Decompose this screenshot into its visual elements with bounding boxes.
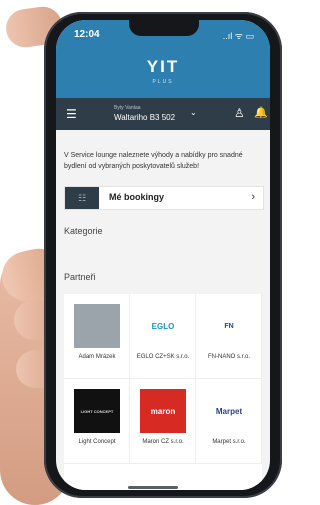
- partner-name: Marpet s.r.o.: [212, 439, 246, 445]
- partner-logo: FN: [224, 322, 234, 330]
- notch: [129, 20, 199, 36]
- partner-logo: EGLO: [151, 321, 175, 331]
- yit-logo: YIT: [146, 57, 180, 76]
- chevron-down-icon[interactable]: ⌄: [190, 108, 197, 117]
- my-bookings-button[interactable]: ☷ Mé bookingy ›: [64, 186, 264, 210]
- partner-logo: LIGHT CONCEPT: [74, 389, 120, 433]
- partners-grid: Adam Mrázek EGLO EGLO CZ+SK s.r.o. FN FN…: [64, 294, 262, 490]
- partner-card[interactable]: FN FN-NANO s.r.o.: [196, 294, 262, 379]
- partner-card[interactable]: EGLO EGLO CZ+SK s.r.o.: [130, 294, 196, 379]
- partner-name: Maron CZ s.r.o.: [142, 439, 184, 445]
- partner-card[interactable]: maron Maron CZ s.r.o.: [130, 379, 196, 464]
- partner-name: Adam Mrázek: [78, 354, 116, 360]
- brand-header: YIT PLUS: [56, 52, 270, 98]
- status-icons: ..ıl ᯤ ▭: [222, 31, 254, 41]
- yit-plus-label: PLUS: [152, 79, 174, 85]
- partner-name: EGLO CZ+SK s.r.o.: [136, 354, 190, 360]
- user-icon[interactable]: ♙: [234, 106, 245, 120]
- menu-icon[interactable]: ☰: [66, 107, 77, 121]
- partners-heading: Partneři: [64, 272, 96, 282]
- bell-icon[interactable]: 🔔: [254, 106, 268, 119]
- chevron-right-icon: ›: [251, 191, 255, 203]
- my-bookings-label: Mé bookingy: [109, 192, 165, 202]
- navbar: ☰ Byty Vantaa Waltariho B3 502 ⌄ ♙ 🔔: [56, 98, 270, 130]
- intro-text: V Service lounge naleznete výhody a nabí…: [64, 152, 243, 170]
- partner-name: Light Concept: [78, 439, 116, 445]
- apartment-address[interactable]: Waltariho B3 502: [114, 113, 175, 122]
- building-name: Byty Vantaa: [114, 105, 141, 111]
- partner-logo: [74, 304, 120, 348]
- partner-name: FN-NANO s.r.o.: [207, 354, 250, 360]
- partner-card[interactable]: Marpet Marpet s.r.o.: [196, 379, 262, 464]
- partner-card[interactable]: Adam Mrázek: [64, 294, 130, 379]
- partner-card[interactable]: LIGHT CONCEPT Light Concept: [64, 379, 130, 464]
- partner-logo: maron: [140, 389, 186, 433]
- categories-heading: Kategorie: [64, 226, 103, 236]
- list-icon: ☷: [65, 187, 99, 209]
- phone-screen: 12:04 ..ıl ᯤ ▭ YIT PLUS ☰ Byty Vantaa Wa…: [56, 20, 270, 490]
- status-time: 12:04: [74, 29, 100, 40]
- partner-logo: Marpet: [215, 406, 243, 416]
- home-indicator[interactable]: [128, 486, 178, 489]
